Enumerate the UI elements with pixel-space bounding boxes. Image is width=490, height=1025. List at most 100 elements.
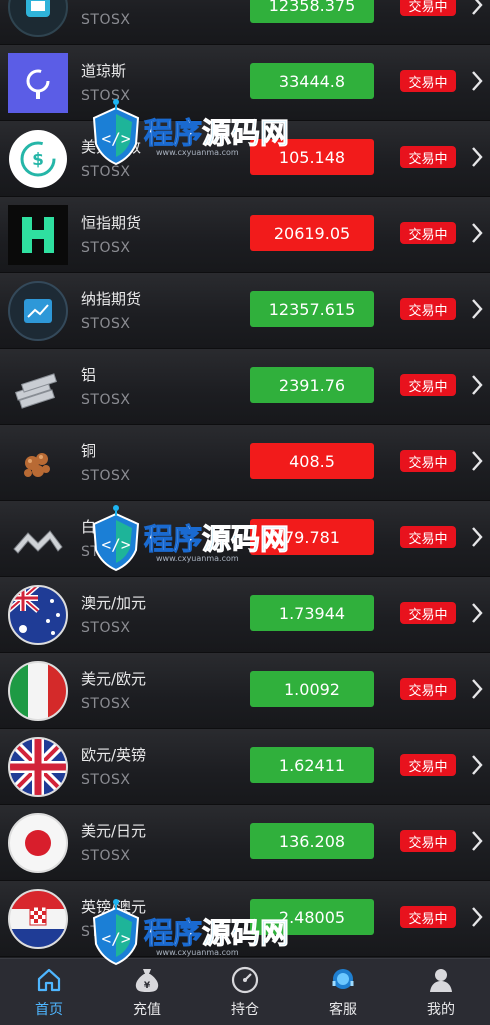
market-row[interactable]: 铝 STOSX 2391.76 交易中 <box>0 349 490 425</box>
aluminum-bars-icon <box>8 357 68 417</box>
exchange-label: STOSX <box>81 848 131 864</box>
tab-label: 持仓 <box>231 1002 259 1018</box>
trading-status-badge: 交易中 <box>400 526 456 548</box>
trading-status-badge: 交易中 <box>400 754 456 776</box>
trading-status-badge: 交易中 <box>400 374 456 396</box>
gauge-icon <box>230 965 260 995</box>
price-badge[interactable]: 12357.615 <box>250 291 374 327</box>
price-badge[interactable]: 20619.05 <box>250 215 374 251</box>
market-row[interactable]: 纳指期货 STOSX 12357.615 交易中 <box>0 273 490 349</box>
copper-nuggets-icon <box>8 433 68 493</box>
user-icon <box>426 965 456 995</box>
instrument-name: 白 <box>81 518 97 536</box>
japan-flag-icon <box>8 813 68 873</box>
trading-status-badge: 交易中 <box>400 298 456 320</box>
chevron-right-icon[interactable] <box>470 905 484 929</box>
trading-status-badge: 交易中 <box>400 906 456 928</box>
tab-home[interactable]: 首页 <box>0 959 98 1025</box>
exchange-label: STOSX <box>81 12 131 28</box>
chevron-right-icon[interactable] <box>470 297 484 321</box>
chevron-right-icon[interactable] <box>470 525 484 549</box>
chevron-right-icon[interactable] <box>470 221 484 245</box>
instrument-name: 英镑/澳元 <box>81 898 147 916</box>
price-badge[interactable]: 1.62411 <box>250 747 374 783</box>
market-row[interactable]: 美元/日元 STOSX 136.208 交易中 <box>0 805 490 881</box>
chevron-right-icon[interactable] <box>470 145 484 169</box>
market-row[interactable]: STOSX 12358.375 交易中 <box>0 0 490 45</box>
bottom-tab-bar: 首页 ¥ 充值 持仓 客服 我的 <box>0 958 490 1025</box>
tab-label: 充值 <box>133 1002 161 1018</box>
price-badge[interactable]: 2.48005 <box>250 899 374 935</box>
trading-status-badge: 交易中 <box>400 146 456 168</box>
market-list: STOSX 12358.375 交易中 道琼斯 STOSX 33444.8 交易中 $ 美元指数… <box>0 0 490 957</box>
market-row[interactable]: 铜 STOSX 408.5 交易中 <box>0 425 490 501</box>
trading-status-badge: 交易中 <box>400 0 456 16</box>
chevron-right-icon[interactable] <box>470 829 484 853</box>
market-row[interactable]: 美元/欧元 STOSX 1.0092 交易中 <box>0 653 490 729</box>
trading-status-badge: 交易中 <box>400 70 456 92</box>
market-row[interactable]: 恒指期货 STOSX 20619.05 交易中 <box>0 197 490 273</box>
chevron-right-icon[interactable] <box>470 0 484 17</box>
instrument-name: 美元指数 <box>81 138 142 156</box>
headset-icon <box>328 965 358 995</box>
price-badge[interactable]: 1.73944 <box>250 595 374 631</box>
uk-flag-icon <box>8 737 68 797</box>
money-bag-icon: ¥ <box>132 965 162 995</box>
instrument-name: 道琼斯 <box>81 62 127 80</box>
chevron-right-icon[interactable] <box>470 373 484 397</box>
exchange-label: STOSX <box>81 240 131 256</box>
tab-gauge[interactable]: 持仓 <box>196 959 294 1025</box>
metal-trend-icon <box>8 509 68 569</box>
price-badge[interactable]: 12358.375 <box>250 0 374 23</box>
svg-text:$: $ <box>32 150 44 170</box>
market-row[interactable]: 澳元/加元 STOSX 1.73944 交易中 <box>0 577 490 653</box>
exchange-label: STOSX <box>81 316 131 332</box>
market-row[interactable]: 道琼斯 STOSX 33444.8 交易中 <box>0 45 490 121</box>
instrument-name: 恒指期货 <box>81 214 142 232</box>
home-icon <box>34 965 64 995</box>
dollar-index-icon: $ <box>8 129 68 189</box>
circle-app-icon <box>8 0 68 37</box>
market-row[interactable]: 欧元/英镑 STOSX 1.62411 交易中 <box>0 729 490 805</box>
chevron-right-icon[interactable] <box>470 753 484 777</box>
italy-flag-icon <box>8 661 68 721</box>
trading-status-badge: 交易中 <box>400 450 456 472</box>
market-row[interactable]: 白 STOSX 79.781 交易中 <box>0 501 490 577</box>
trading-status-badge: 交易中 <box>400 830 456 852</box>
market-row[interactable]: $ 美元指数 STOSX 105.148 交易中 <box>0 121 490 197</box>
australia-flag-icon <box>8 585 68 645</box>
svg-text:¥: ¥ <box>144 981 151 991</box>
instrument-name: 美元/日元 <box>81 822 147 840</box>
price-badge[interactable]: 136.208 <box>250 823 374 859</box>
tab-headset[interactable]: 客服 <box>294 959 392 1025</box>
tab-money-bag[interactable]: ¥ 充值 <box>98 959 196 1025</box>
instrument-name: 澳元/加元 <box>81 594 147 612</box>
price-badge[interactable]: 33444.8 <box>250 63 374 99</box>
chevron-right-icon[interactable] <box>470 601 484 625</box>
price-badge[interactable]: 408.5 <box>250 443 374 479</box>
nasdaq-chart-icon <box>8 281 68 341</box>
exchange-label: STOSX <box>81 924 131 940</box>
exchange-label: STOSX <box>81 392 131 408</box>
tab-user[interactable]: 我的 <box>392 959 490 1025</box>
croatia-flag-icon <box>8 889 68 949</box>
instrument-name: 铝 <box>81 366 97 384</box>
market-row[interactable]: 英镑/澳元 STOSX 2.48005 交易中 <box>0 881 490 957</box>
tab-label: 我的 <box>427 1002 455 1018</box>
chevron-right-icon[interactable] <box>470 69 484 93</box>
trading-status-badge: 交易中 <box>400 602 456 624</box>
price-badge[interactable]: 1.0092 <box>250 671 374 707</box>
exchange-label: STOSX <box>81 88 131 104</box>
exchange-label: STOSX <box>81 164 131 180</box>
tab-label: 首页 <box>35 1002 63 1018</box>
chevron-right-icon[interactable] <box>470 449 484 473</box>
price-badge[interactable]: 79.781 <box>250 519 374 555</box>
exchange-label: STOSX <box>81 468 131 484</box>
instrument-name: 纳指期货 <box>81 290 142 308</box>
hang-seng-logo-icon <box>8 205 68 265</box>
price-badge[interactable]: 105.148 <box>250 139 374 175</box>
instrument-name: 美元/欧元 <box>81 670 147 688</box>
price-badge[interactable]: 2391.76 <box>250 367 374 403</box>
chevron-right-icon[interactable] <box>470 677 484 701</box>
trading-status-badge: 交易中 <box>400 678 456 700</box>
